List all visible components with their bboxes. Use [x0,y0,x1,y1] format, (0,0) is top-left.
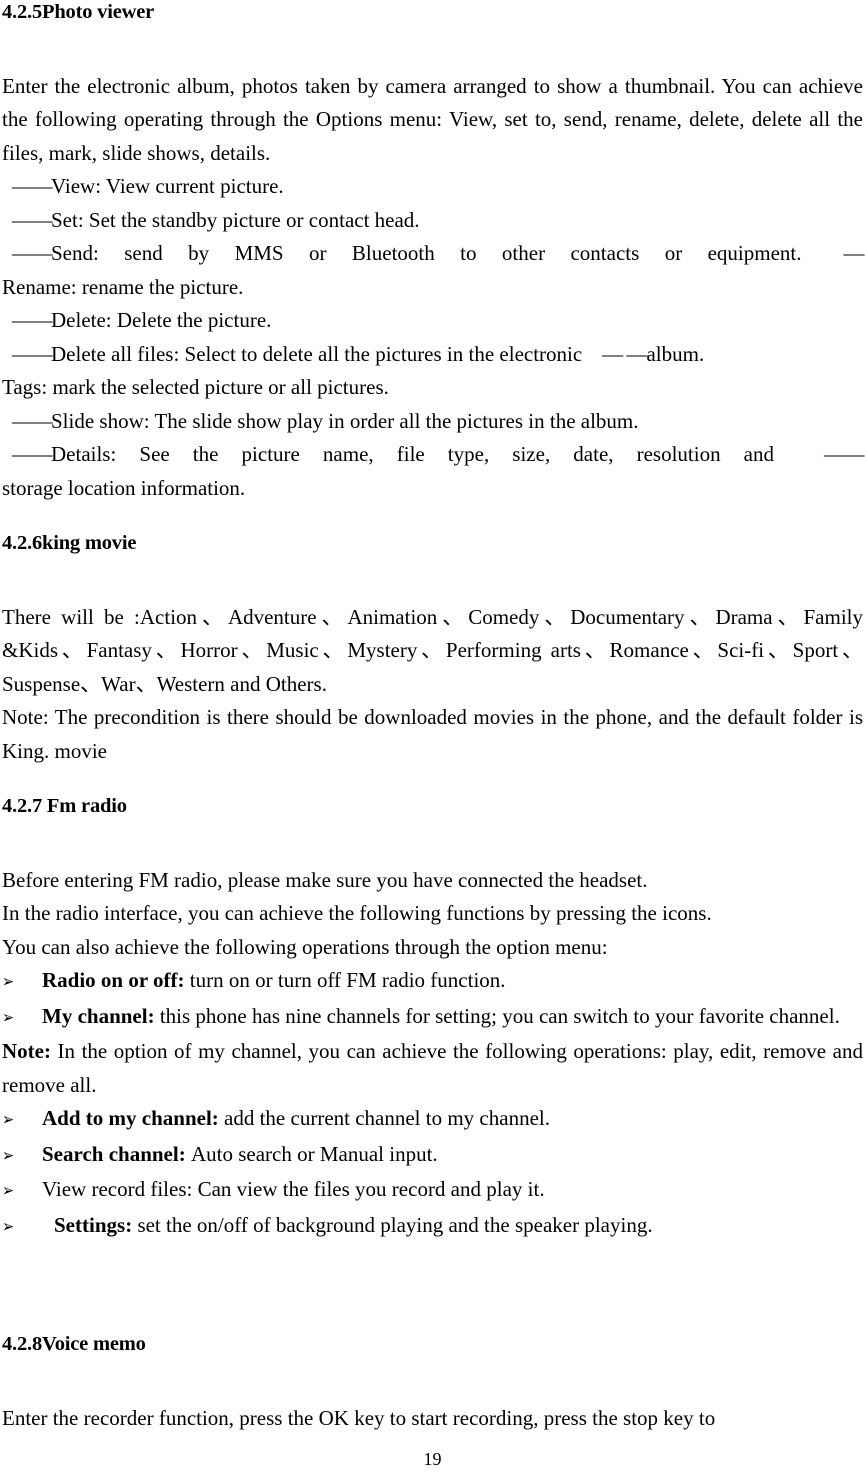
page-number: 19 [423,1449,442,1469]
em-dash-bullet-icon: —— [12,174,53,199]
document-page: 4.2.5Photo viewer Enter the electronic a… [0,0,865,1476]
list-item-text-continued: album. [646,341,705,366]
list-item-separator: : [178,1141,191,1166]
list-item-text: Rename: rename the picture. [2,274,244,299]
list-item-text: Can view the files you record and play i… [197,1177,545,1202]
list-item: ——Set: Set the standby picture or contac… [2,204,863,238]
list-item: ➢ View record files: Can view the files y… [2,1173,863,1209]
section-heading-photo-viewer: 4.2.5Photo viewer [2,1,155,23]
list-item: ——Send: send by MMS or Bluetooth to othe… [2,237,865,271]
section-heading-king-movie: 4.2.6king movie [2,532,137,555]
arrow-bullet-icon: ➢ [2,1145,15,1166]
list-item: ——View: View current picture. [2,170,863,204]
arrow-bullet-icon: ➢ [2,1110,15,1131]
note-label: Note: [2,1039,51,1064]
list-item: ——Slide show: The slide show play in ord… [2,405,863,439]
list-item-text: Auto search or Manual input. [190,1141,438,1166]
list-item: Rename: rename the picture. [2,271,863,305]
em-dash-bullet-icon: —— [12,241,53,266]
trailing-em-dash-icon: —— [824,442,865,467]
list-item: ——Details: See the picture name, file ty… [2,438,865,472]
list-item-separator: : [147,1003,160,1028]
list-item-separator: : [125,1212,138,1237]
list-item-label: View record files: [42,1177,193,1202]
list-item-text: storage location information. [2,475,246,500]
fm-radio-paragraph: You can also achieve the following opera… [2,934,608,959]
fm-radio-paragraph: Before entering FM radio, please make su… [2,867,648,892]
list-item-text: Details: See the picture name, file type… [51,442,774,467]
trailing-em-dash-icon: — — [602,341,647,366]
list-item-text: Delete all files: Select to delete all t… [51,341,583,366]
list-item: ➢ Search channel: Auto search or Manual i… [2,1138,863,1174]
arrow-bullet-icon: ➢ [2,1216,15,1237]
list-item-text: set the on/off of background playing and… [137,1212,653,1237]
list-item: ——Delete: Delete the picture. [2,304,863,338]
list-item-text: Slide show: The slide show play in order… [51,408,639,433]
em-dash-bullet-icon: —— [12,207,53,232]
fm-radio-paragraph: In the radio interface, you can achieve … [2,901,712,926]
list-item-text: Set: Set the standby picture or contact … [51,207,420,232]
list-item-text: Send: send by MMS or Bluetooth to other … [51,241,802,266]
list-item-text: add the current channel to my channel. [224,1106,550,1131]
em-dash-bullet-icon: —— [12,408,53,433]
arrow-bullet-icon: ➢ [2,1007,15,1028]
list-item: ➢ My channel: this phone has nine channel… [2,1000,863,1036]
voice-memo-paragraph: Enter the recorder function, press the O… [2,1406,716,1430]
em-dash-bullet-icon: —— [12,341,53,366]
arrow-bullet-icon: ➢ [2,972,15,993]
arrow-bullet-icon: ➢ [2,1181,15,1202]
list-item-label: Radio on or off [42,968,178,993]
list-item: ——Delete all files: Select to delete all… [2,338,863,372]
list-item-text: turn on or turn off FM radio function. [189,968,506,993]
list-item-label: Add to my channel [42,1106,212,1131]
list-item: Tags: mark the selected picture or all p… [2,371,863,405]
list-item-label: Settings [54,1212,126,1237]
list-item: ➢ Settings: set the on/off of background … [2,1209,863,1245]
list-item-label: Search channel [42,1141,179,1166]
list-item-text: View: View current picture. [51,174,284,199]
photo-viewer-intro-paragraph: Enter the electronic album, photos taken… [2,73,863,165]
list-item-label: My channel [42,1003,148,1028]
list-item: ➢ Add to my channel: add the current chan… [2,1102,863,1138]
em-dash-bullet-icon: —— [12,442,53,467]
trailing-em-dash-icon: — [843,241,865,266]
king-movie-genres-paragraph: There will be :Action、Adventure、Animatio… [2,604,863,696]
list-item: ➢ Radio on or off: turn on or turn off FM… [2,964,863,1000]
list-item-text: this phone has nine channels for setting… [159,1003,840,1028]
note-text: In the option of my channel, you can ach… [2,1039,863,1097]
list-item-text: Delete: Delete the picture. [51,308,272,333]
list-item: storage location information. [2,472,863,506]
section-heading-fm-radio: 4.2.7 Fm radio [2,795,127,818]
list-item-separator: : [177,968,190,993]
section-heading-voice-memo: 4.2.8Voice memo [2,1333,146,1356]
list-item-separator: : [211,1106,225,1131]
list-item-text: Tags: mark the selected picture or all p… [2,375,389,400]
em-dash-bullet-icon: —— [12,308,53,333]
king-movie-note-paragraph: Note: The precondition is there should b… [2,705,863,763]
fm-radio-note-paragraph: Note: In the option of my channel, you c… [2,1035,863,1102]
